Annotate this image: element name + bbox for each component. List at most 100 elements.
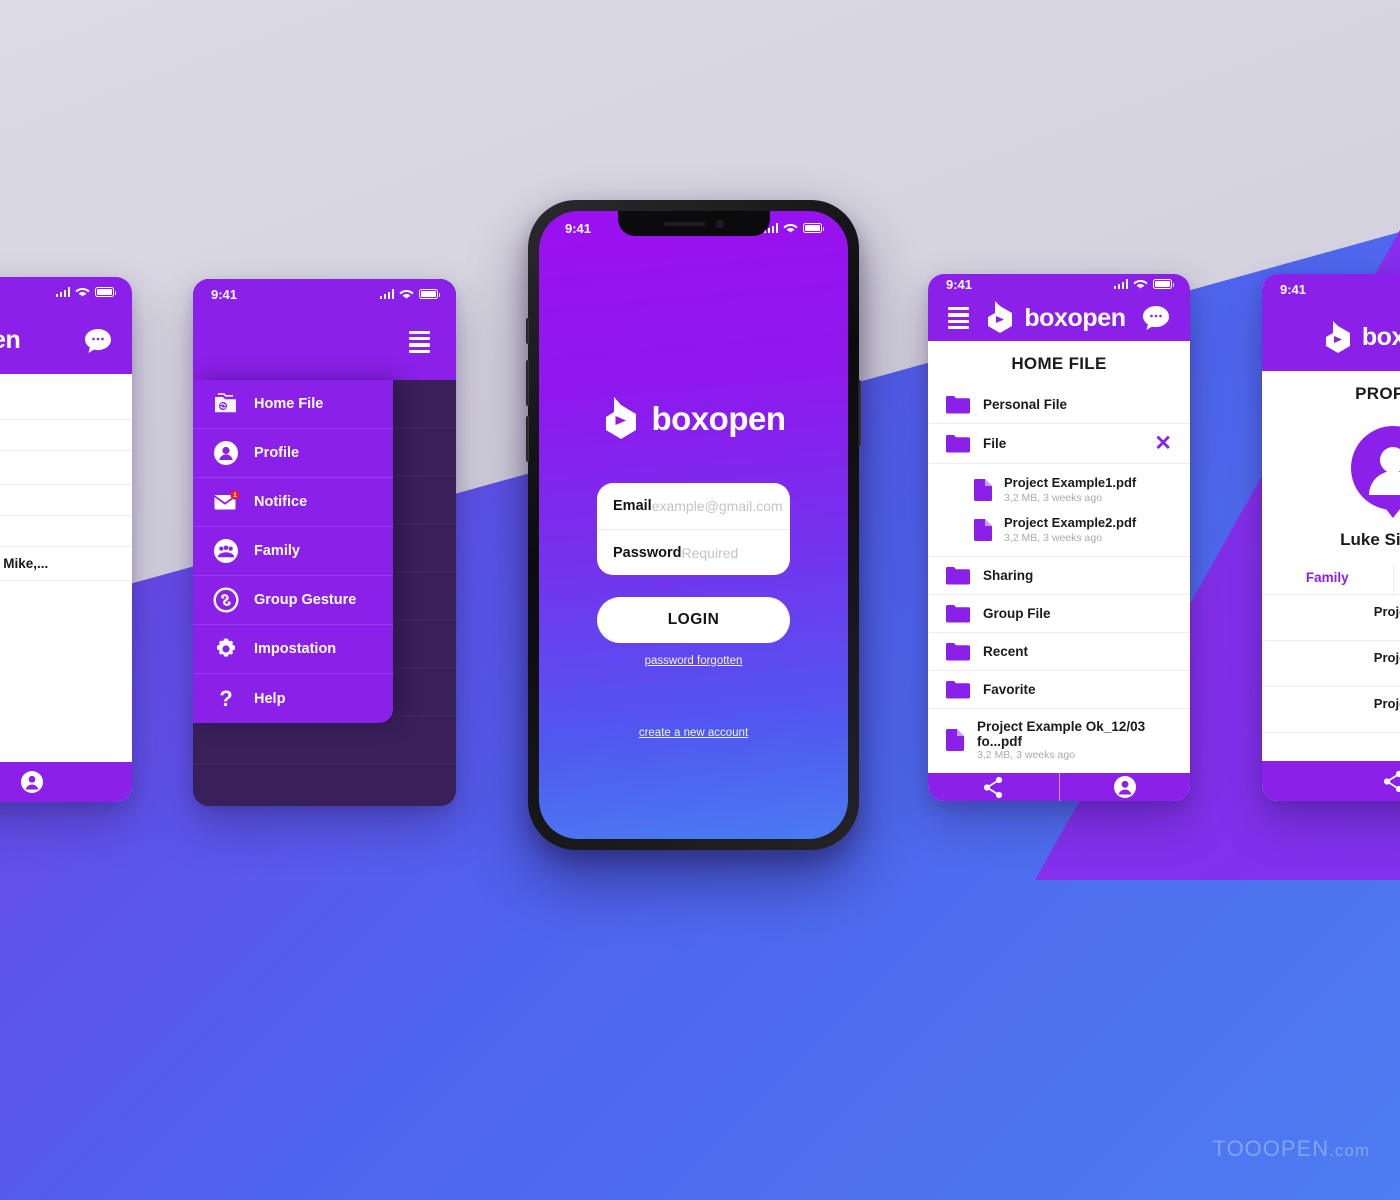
status-icons [55, 287, 117, 298]
drawer-item-notifice[interactable]: 1 Notifice [193, 478, 393, 527]
sync-circle-icon [213, 587, 239, 613]
folder-row-favorite[interactable]: Favorite [928, 670, 1190, 708]
chat-bubble-icon[interactable] [84, 328, 112, 354]
table-row[interactable] [0, 419, 132, 450]
battery-icon [803, 223, 825, 233]
avatar-pin-icon [1351, 426, 1400, 518]
status-icons [379, 289, 441, 300]
drawer-item-profile[interactable]: Profile [193, 429, 393, 478]
profile-tabs: Family Group [1262, 564, 1400, 595]
file-name: Project Example3.pdf [1373, 696, 1400, 711]
wifi-icon [75, 287, 90, 297]
battery-icon [95, 287, 117, 297]
bottom-bar [1262, 761, 1400, 801]
volume-up-button[interactable] [526, 360, 529, 406]
login-button[interactable]: LOGIN [597, 597, 790, 643]
table-row[interactable] [0, 484, 132, 515]
profile-icon [1113, 776, 1136, 799]
file-text-block: Project Example1.pdf 3,2 MB, 3 weeks ago [1004, 475, 1136, 505]
drawer-item-label: Help [254, 690, 286, 707]
file-meta: 3,2 MB, 3 weeks ago [977, 749, 1076, 762]
table-row[interactable]: Project Example2.pdf 3,2 MB, 3 weeks ago [1262, 641, 1400, 687]
status-time: 9:41 [211, 286, 238, 302]
group-icon [213, 538, 239, 564]
password-field-row[interactable]: Password [597, 529, 790, 575]
drawer-item-help[interactable]: ? Help [193, 674, 393, 723]
hamburger-icon[interactable] [948, 307, 969, 329]
drawer-item-label: Group Gesture [254, 592, 357, 608]
tab-family[interactable]: Family [1262, 564, 1393, 594]
brand-logo-text: boxopen [1024, 303, 1126, 332]
table-row[interactable] [0, 515, 132, 546]
profile-appbar: boxopen [1262, 304, 1400, 371]
file-meta: 3,2 MB, 3 weeks ago [1004, 491, 1103, 504]
home-folder-icon [213, 391, 239, 417]
home-file-list: HOME FILE Personal File File ✕ Project E… [928, 341, 1190, 774]
table-row[interactable]: Project Example1.pdf 3,2 MB, 3 weeks ago [1262, 595, 1400, 641]
bottom-bar-profile[interactable] [0, 762, 132, 802]
drawer-appbar: 9:41 [193, 279, 456, 380]
drawer-item-impostation[interactable]: Impostation [193, 625, 393, 674]
table-row[interactable]: Philipp, Anna, Mike,... [0, 546, 132, 580]
folder-icon [946, 567, 970, 585]
drawer-item-home-file[interactable]: Home File [193, 380, 393, 429]
folder-label: Group File [983, 606, 1051, 622]
status-time: 9:41 [565, 220, 592, 236]
file-text-block: Project Example2.pdf 3,2 MB, 3 weeks ago [1004, 515, 1136, 545]
list-item[interactable]: Project Example Ok_12/03 fo...pdf 3,2 MB… [928, 708, 1190, 773]
boxopen-logo-icon [988, 301, 1013, 334]
boxopen-logo-icon [605, 397, 636, 439]
chat-bubble-icon[interactable] [1142, 305, 1170, 331]
close-icon[interactable]: ✕ [1154, 433, 1172, 454]
drawer-item-family[interactable]: Family [193, 527, 393, 576]
bottom-bar-share[interactable] [928, 773, 1059, 801]
avatar [1262, 424, 1400, 520]
create-account-link[interactable]: create a new account [539, 727, 848, 739]
status-bar: 9:41 [193, 279, 456, 309]
file-meta: 3,2 MB, 3 weeks ago [1004, 531, 1103, 544]
svg-text:1: 1 [233, 492, 237, 499]
battery-icon [419, 289, 441, 299]
drawer-item-group-gesture[interactable]: Group Gesture [193, 576, 393, 625]
file-meta: 3,2 MB, 3 weeks ago [1280, 619, 1400, 631]
email-input[interactable] [651, 498, 790, 514]
list-item[interactable]: Project Example1.pdf 3,2 MB, 3 weeks ago [928, 470, 1190, 510]
folder-label: Recent [983, 644, 1029, 660]
folder-row-sharing[interactable]: Sharing [928, 556, 1190, 594]
bottom-bar-share[interactable] [1262, 761, 1400, 801]
mute-switch[interactable] [526, 318, 529, 344]
wifi-icon [783, 223, 798, 233]
phone-drawer-screen: ...pdf 9:41 Home File [193, 279, 456, 806]
earpiece-speaker [663, 221, 706, 226]
drawer-item-label: Home File [254, 396, 324, 412]
file-name: Project Example2.pdf [1373, 650, 1400, 665]
volume-down-button[interactable] [526, 416, 529, 462]
hamburger-icon[interactable] [409, 331, 430, 353]
table-row[interactable] [0, 580, 132, 611]
document-icon [974, 519, 992, 542]
folder-row-file[interactable]: File ✕ [928, 423, 1190, 463]
drawer-item-label: Profile [254, 445, 300, 461]
folder-icon [946, 435, 970, 453]
drawer-item-label: Family [254, 543, 300, 559]
folder-row-recent[interactable]: Recent [928, 632, 1190, 670]
password-input[interactable] [681, 544, 790, 561]
email-field-row[interactable]: Email [597, 483, 790, 529]
drawer-item-label: Notifice [254, 494, 308, 510]
profile-screen: 9:41 boxopen PROFILE [1262, 274, 1400, 801]
folder-row-personal-file[interactable]: Personal File [928, 386, 1190, 423]
brand-logo: boxopen [0, 324, 21, 358]
table-row[interactable]: Project Example3.pdf 3,2 MB, 3 weeks ago [1262, 687, 1400, 733]
folder-row-group-file[interactable]: Group File [928, 594, 1190, 632]
folder-label: Sharing [983, 568, 1034, 584]
file-text-block: Project Example Ok_12/03 fo...pdf 3,2 MB… [977, 719, 1172, 761]
profile-body: PROFILE Luke Simson Family Group Project… [1262, 371, 1400, 761]
list-item[interactable]: Project Example2.pdf 3,2 MB, 3 weeks ago [928, 510, 1190, 550]
forgot-password-link[interactable]: password forgotten [539, 655, 848, 667]
tab-group[interactable]: Group [1392, 564, 1400, 594]
file-name: Project Example1.pdf [1373, 604, 1400, 619]
table-row[interactable]: Steven [0, 450, 132, 484]
power-button[interactable] [858, 380, 861, 446]
bottom-bar [0, 762, 132, 802]
bottom-bar-profile[interactable] [1058, 773, 1191, 801]
